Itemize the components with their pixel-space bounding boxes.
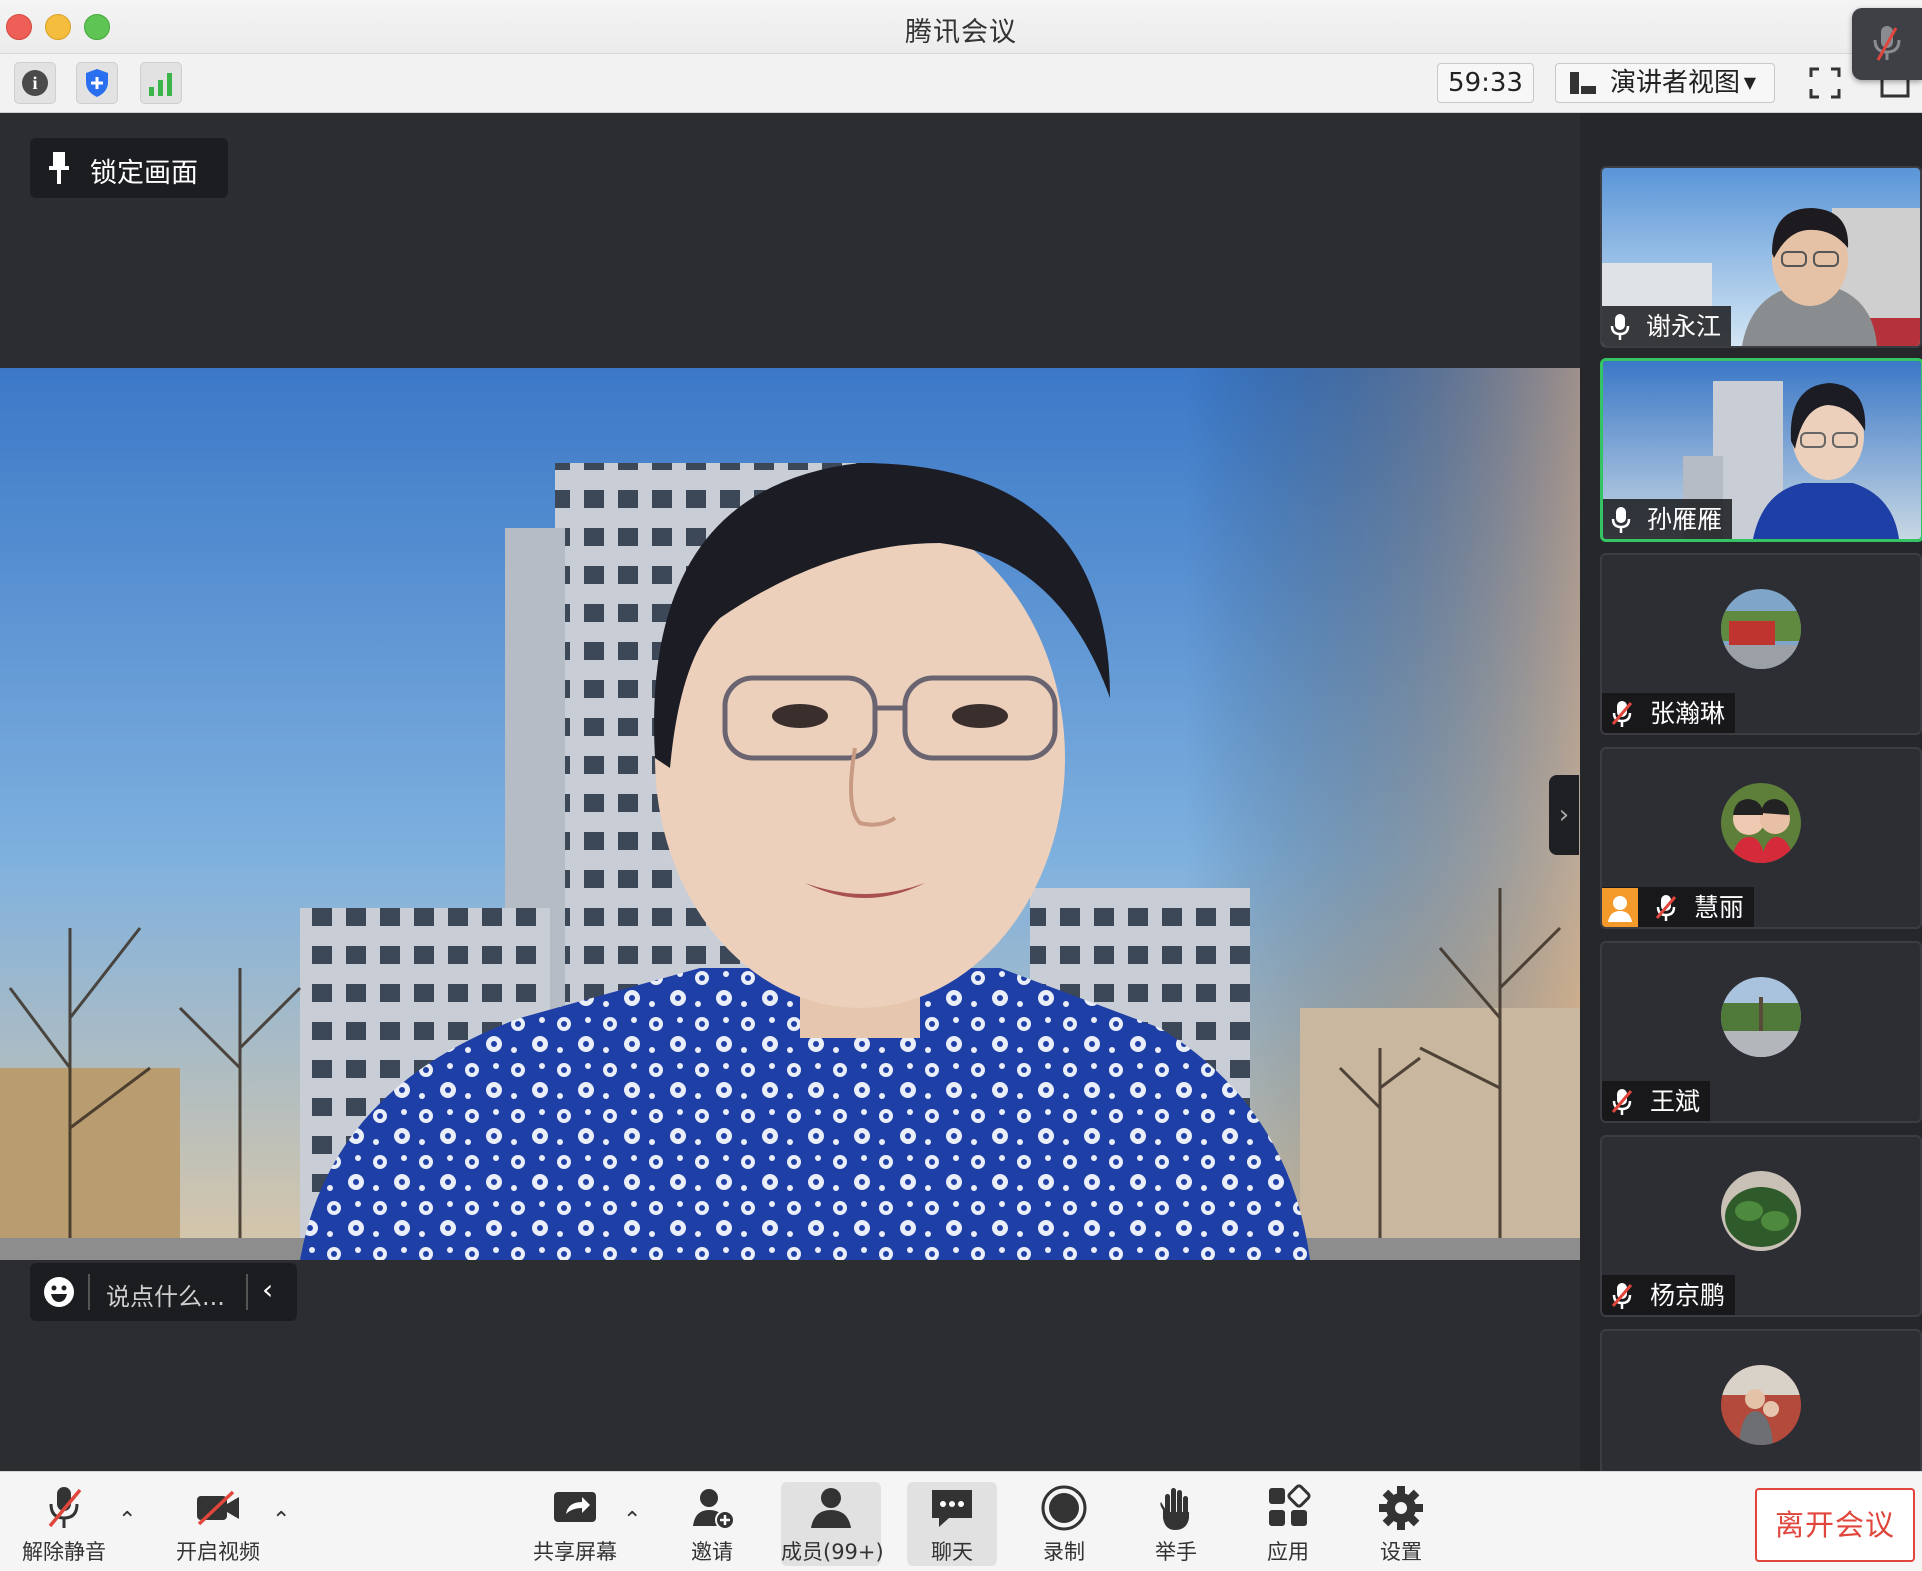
- participant-name-bar: 杨京鹏: [1602, 1275, 1735, 1315]
- participant-tile-active-speaker[interactable]: 孙雁雁: [1600, 358, 1922, 542]
- start-video-button[interactable]: 开启视频: [172, 1482, 264, 1566]
- avatar: [1721, 1365, 1801, 1445]
- layout-icon: [1570, 72, 1596, 94]
- chevron-down-icon: ▼: [1743, 73, 1756, 92]
- mic-muted-icon: [48, 1487, 82, 1528]
- meeting-control-bar: 解除静音 ⌃ 开启视频 ⌃ 共享屏幕 ⌃ 邀请 成员(99+) 聊天 录制 举手…: [0, 1471, 1922, 1571]
- chevron-up-icon[interactable]: ⌃: [272, 1508, 290, 1533]
- collapse-sidebar-handle[interactable]: ›: [1549, 775, 1579, 855]
- avatar: [1721, 977, 1801, 1057]
- participant-name-bar: 慧丽: [1602, 887, 1754, 927]
- avatar: [1721, 783, 1801, 863]
- chat-label: 聊天: [931, 1540, 973, 1564]
- settings-label: 设置: [1380, 1540, 1422, 1564]
- mic-muted-icon: [1873, 26, 1901, 61]
- main-stage: 锁定画面 › 说点什么... ‹: [0, 113, 1580, 1471]
- lock-view-label: 锁定画面: [90, 158, 198, 189]
- participant-name: 王斌: [1649, 1087, 1700, 1116]
- unmute-button[interactable]: 解除静音: [18, 1482, 110, 1566]
- invite-label: 邀请: [691, 1540, 733, 1564]
- chat-button[interactable]: 聊天: [907, 1482, 997, 1566]
- signal-icon[interactable]: [140, 62, 182, 104]
- participant-name: 杨京鹏: [1649, 1281, 1725, 1310]
- settings-button[interactable]: 设置: [1361, 1482, 1441, 1566]
- chevron-left-icon[interactable]: ‹: [262, 1273, 273, 1306]
- participant-name-bar: 张瀚琳: [1602, 693, 1735, 733]
- quick-chat-bar[interactable]: 说点什么... ‹: [30, 1263, 297, 1321]
- view-mode-label: 演讲者视图: [1610, 68, 1741, 98]
- apps-button[interactable]: 应用: [1248, 1482, 1328, 1566]
- share-screen-label: 共享屏幕: [533, 1540, 617, 1564]
- leave-meeting-button[interactable]: 离开会议: [1755, 1488, 1915, 1562]
- participant-name: 孙雁雁: [1646, 505, 1722, 534]
- start-video-label: 开启视频: [176, 1540, 260, 1564]
- speaker-video-frame: [0, 368, 1580, 1260]
- divider: [88, 1274, 90, 1310]
- lock-view-button[interactable]: 锁定画面: [30, 138, 228, 198]
- mic-muted-icon: [1655, 895, 1677, 921]
- chevron-up-icon[interactable]: ⌃: [623, 1508, 641, 1533]
- chat-input-placeholder[interactable]: 说点什么...: [106, 1277, 225, 1312]
- participant-tile[interactable]: 杨京鹏: [1600, 1135, 1922, 1317]
- fullscreen-icon[interactable]: [1808, 66, 1842, 100]
- record-button[interactable]: 录制: [1024, 1482, 1104, 1566]
- mic-muted-icon: [1611, 1089, 1633, 1115]
- apps-label: 应用: [1267, 1540, 1309, 1564]
- chat-icon: [932, 1490, 972, 1527]
- members-label: 成员(99+): [781, 1540, 884, 1564]
- participant-name: 慧丽: [1693, 893, 1744, 922]
- meeting-toolbar: i 59:33 演讲者视图 ▼: [0, 54, 1922, 113]
- apps-icon: [1269, 1484, 1311, 1526]
- participant-tile[interactable]: 王斌: [1600, 941, 1922, 1123]
- members-icon: [811, 1488, 851, 1528]
- share-screen-button[interactable]: 共享屏幕: [529, 1482, 621, 1566]
- participant-name-bar: 孙雁雁: [1603, 499, 1732, 539]
- participant-name: 张瀚琳: [1649, 699, 1725, 728]
- mic-muted-icon: [1611, 1283, 1633, 1309]
- participant-name: 谢永江: [1645, 312, 1721, 341]
- video-off-icon: [197, 1490, 239, 1526]
- host-badge-icon: [1602, 888, 1638, 927]
- view-mode-select[interactable]: 演讲者视图 ▼: [1555, 63, 1775, 103]
- mic-icon: [1610, 314, 1630, 340]
- chevron-right-icon: ›: [1558, 800, 1570, 830]
- raise-hand-label: 举手: [1155, 1540, 1197, 1564]
- meeting-timer: 59:33: [1437, 63, 1534, 103]
- participant-tile[interactable]: 慧丽: [1600, 747, 1922, 929]
- participant-name-bar: 王斌: [1602, 1081, 1710, 1121]
- window-title: 腾讯会议: [905, 17, 1017, 48]
- invite-icon: [693, 1489, 735, 1530]
- shield-icon[interactable]: [76, 62, 118, 104]
- title-bar: 腾讯会议: [0, 0, 1922, 54]
- invite-button[interactable]: 邀请: [672, 1482, 752, 1566]
- avatar: [1721, 1171, 1801, 1251]
- floating-mic-muted-button[interactable]: [1852, 8, 1922, 80]
- share-icon: [554, 1492, 596, 1522]
- chevron-up-icon[interactable]: ⌃: [118, 1508, 136, 1533]
- main-speaker-video[interactable]: [0, 368, 1580, 1260]
- participant-sidebar: 谢永江 孙雁雁 张瀚琳 慧丽 王斌 杨京鹏: [1580, 113, 1922, 1511]
- record-icon: [1041, 1485, 1087, 1531]
- record-label: 录制: [1043, 1540, 1085, 1564]
- participant-name-bar: 谢永江: [1602, 306, 1731, 346]
- divider: [246, 1274, 248, 1310]
- emoji-icon[interactable]: [43, 1276, 75, 1308]
- raise-hand-button[interactable]: 举手: [1136, 1482, 1216, 1566]
- avatar: [1721, 589, 1801, 669]
- participant-tile[interactable]: 谢永江: [1600, 166, 1922, 348]
- info-icon[interactable]: i: [14, 62, 56, 104]
- participant-tile[interactable]: 张瀚琳: [1600, 553, 1922, 735]
- mic-icon: [1611, 507, 1631, 533]
- mic-muted-icon: [1611, 701, 1633, 727]
- members-button[interactable]: 成员(99+): [781, 1482, 884, 1566]
- unmute-label: 解除静音: [22, 1540, 106, 1564]
- hand-icon: [1160, 1488, 1189, 1530]
- pin-icon: [49, 152, 69, 184]
- gear-icon: [1379, 1486, 1423, 1530]
